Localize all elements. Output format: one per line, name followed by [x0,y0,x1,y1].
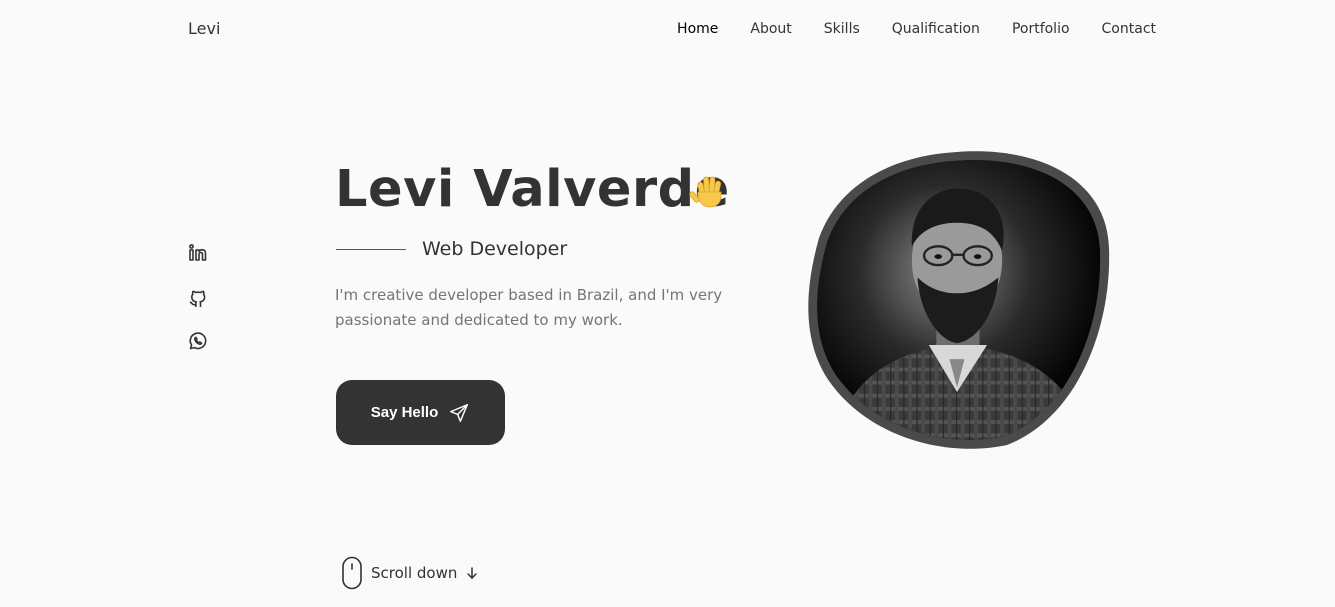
nav-home[interactable]: Home [677,21,718,37]
hero-description: I'm creative developer based in Brazil, … [335,286,723,329]
whatsapp-link[interactable] [188,331,208,351]
waving-hand-icon [689,176,722,208]
whatsapp-icon [189,332,207,350]
mouse-icon [342,556,362,590]
send-icon [450,403,469,422]
nav-skills[interactable]: Skills [824,21,860,37]
say-hello-label: Say Hello [370,404,439,421]
hero-subtitle: Web Developer [422,238,568,260]
nav-about[interactable]: About [750,21,791,37]
logo[interactable]: Levi [188,19,220,38]
arrow-down-icon [467,567,478,579]
main-nav: Home About Skills Qualification Portfoli… [677,21,1156,37]
hero-title: Levi Valverde [335,160,730,219]
subtitle-row: Web Developer [336,238,567,260]
header: Levi Home About Skills Qualification Por… [0,0,1335,60]
subtitle-divider [336,248,406,250]
nav-contact[interactable]: Contact [1102,21,1156,37]
linkedin-icon [189,244,207,261]
nav-qualification[interactable]: Qualification [892,21,980,37]
linkedin-link[interactable] [188,243,208,263]
github-link[interactable] [188,287,208,307]
profile-image [808,151,1110,449]
github-icon [189,290,206,307]
nav-portfolio[interactable]: Portfolio [1012,21,1070,37]
scroll-down-label: Scroll down [371,564,458,582]
social-links [188,243,208,351]
say-hello-button[interactable]: Say Hello [336,380,505,445]
scroll-down-button[interactable]: Scroll down [341,556,479,590]
